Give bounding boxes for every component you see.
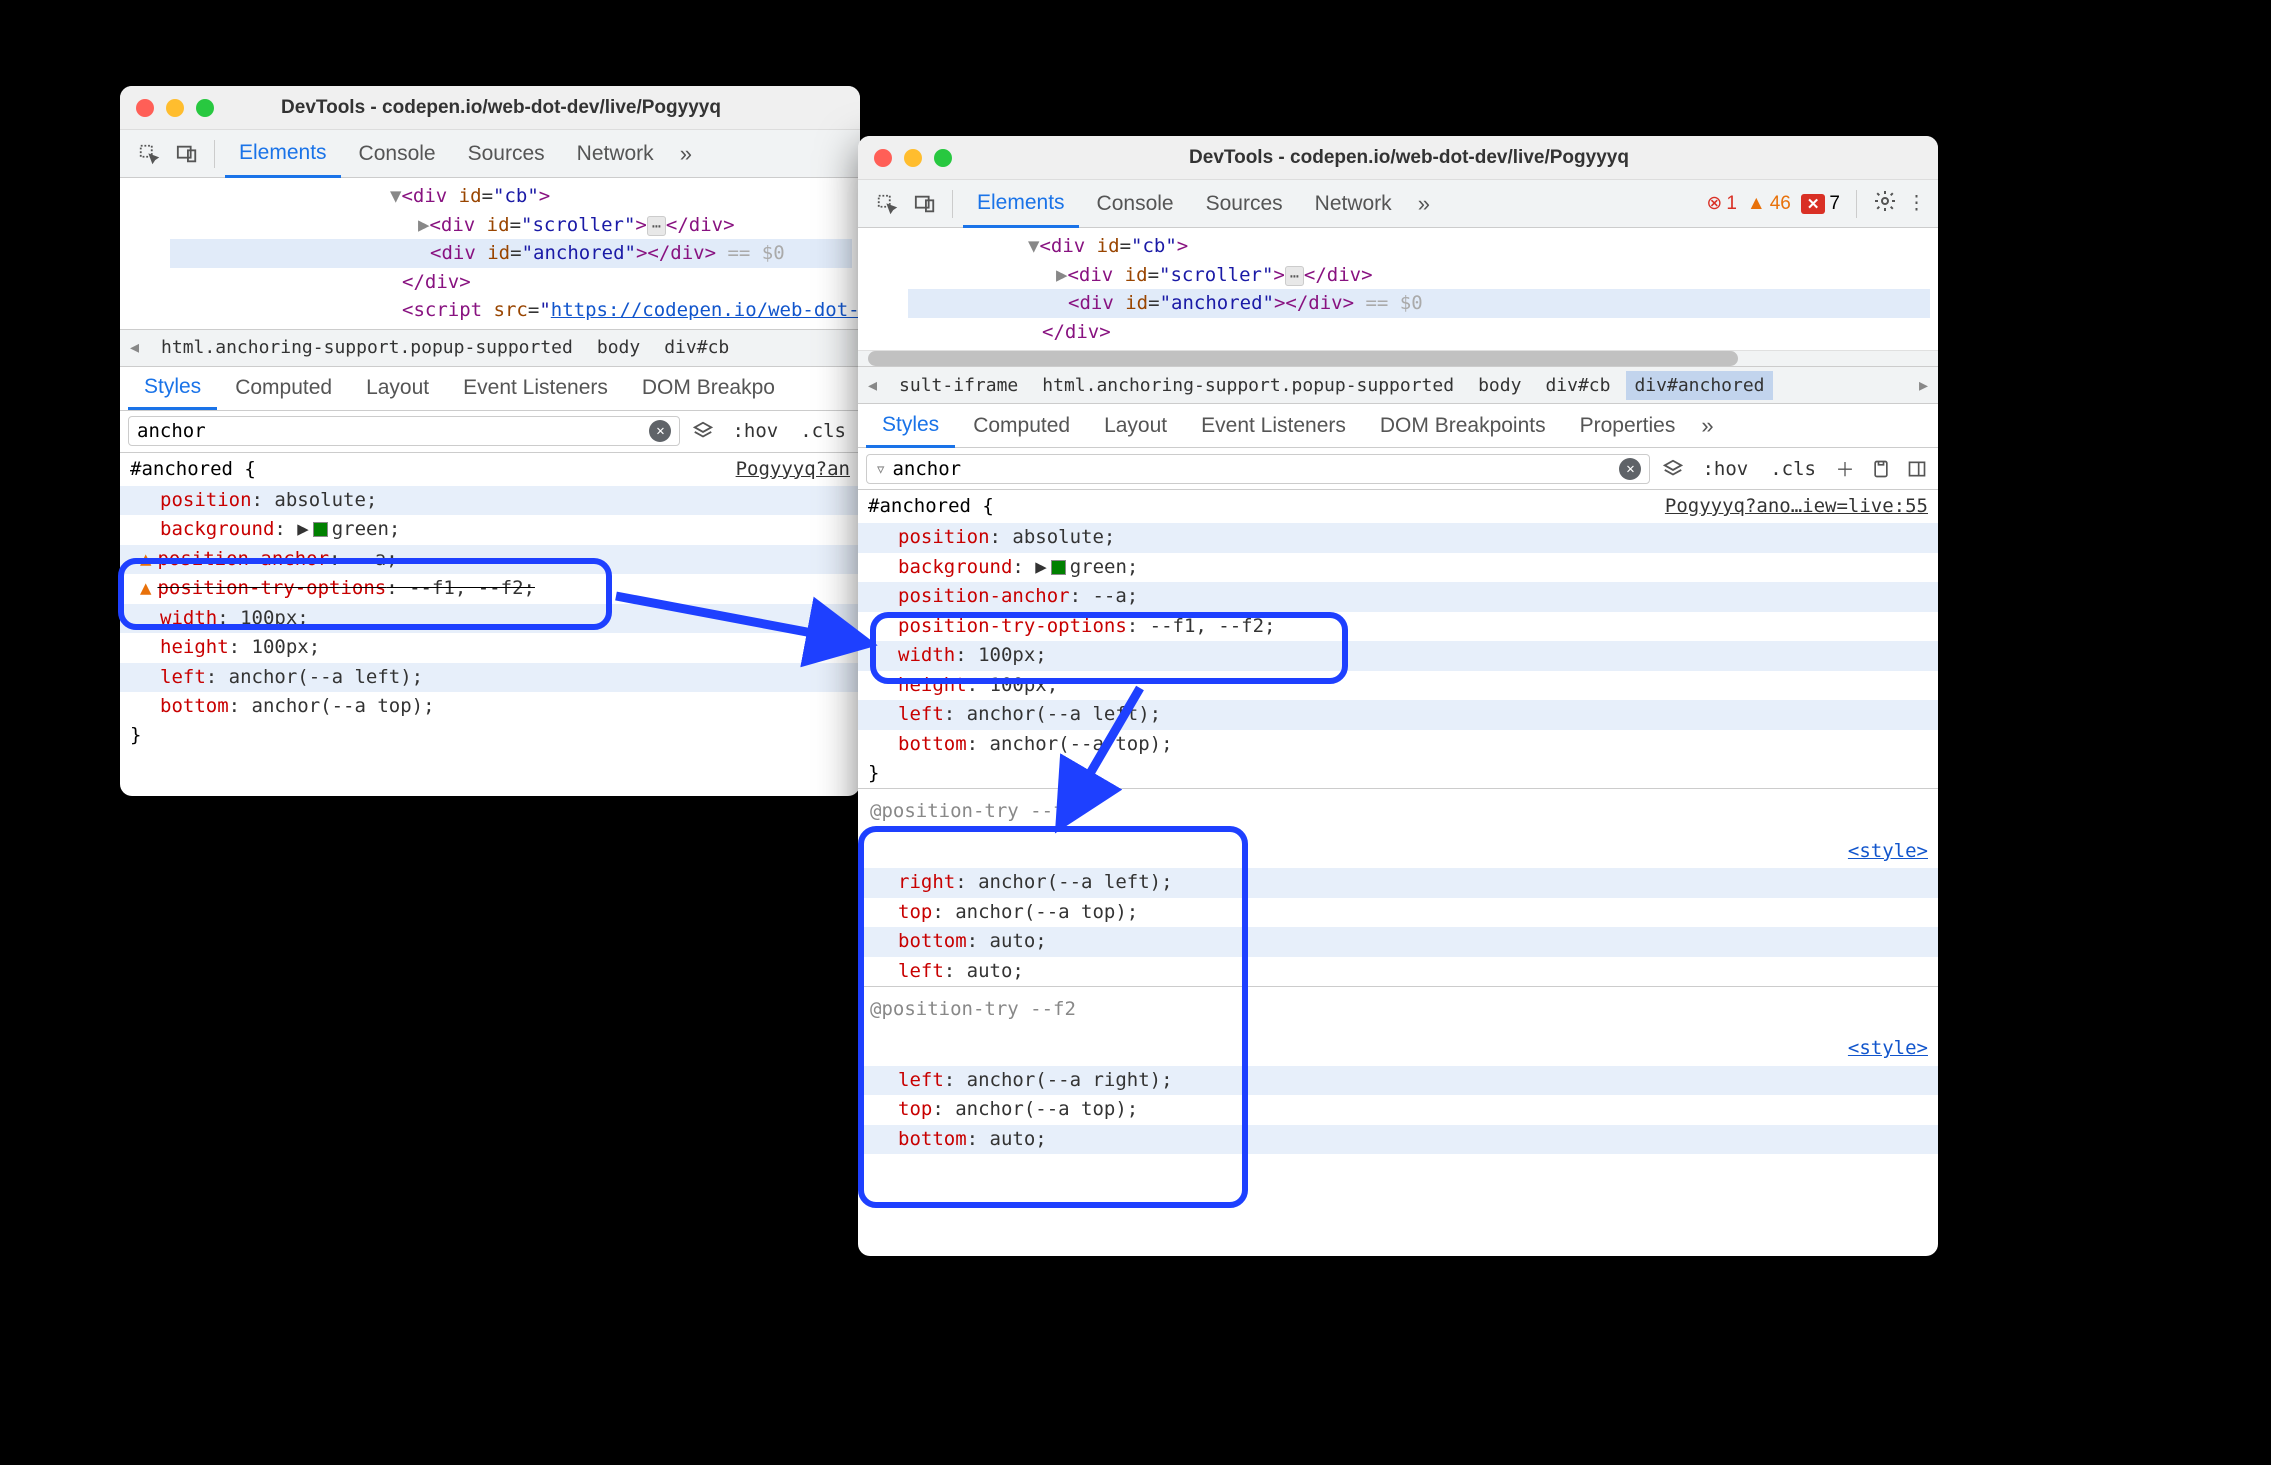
layers-icon[interactable]	[1660, 456, 1686, 482]
cls-button[interactable]: .cls	[1764, 456, 1822, 482]
breadcrumb[interactable]: ◂ sult-iframe html.anchoring-support.pop…	[858, 366, 1938, 404]
subtabs-more-icon[interactable]: »	[1693, 413, 1721, 439]
close-icon[interactable]	[874, 149, 892, 167]
tab-console[interactable]: Console	[1083, 182, 1188, 226]
bc-body[interactable]: body	[589, 333, 648, 362]
filter-icon: ▿	[875, 458, 886, 480]
filter-input[interactable]: ✕	[128, 416, 680, 446]
errors-badge[interactable]: ⊗ 1	[1706, 192, 1737, 215]
subtab-styles[interactable]: Styles	[128, 367, 217, 410]
subtab-layout[interactable]: Layout	[350, 368, 445, 408]
styles-subtabs: Styles Computed Layout Event Listeners D…	[120, 367, 860, 411]
sidebar-icon[interactable]	[1904, 456, 1930, 482]
copy-changes-icon[interactable]	[1868, 456, 1894, 482]
tabs-more-icon[interactable]: »	[672, 141, 700, 167]
rule-source-link[interactable]: Pogyyyq?an	[736, 455, 850, 484]
filter-bar: ✕ :hov .cls	[120, 411, 860, 453]
violations-badge[interactable]: ✕ 7	[1801, 193, 1840, 215]
highlight-right-props	[870, 612, 1348, 684]
subtab-event[interactable]: Event Listeners	[1185, 406, 1362, 446]
horizontal-scrollbar[interactable]	[858, 350, 1938, 366]
window-titlebar[interactable]: DevTools - codepen.io/web-dot-dev/live/P…	[120, 86, 860, 130]
subtab-dombp[interactable]: DOM Breakpo	[626, 368, 791, 408]
style-link[interactable]: <style>	[1848, 1034, 1928, 1063]
cls-button[interactable]: .cls	[794, 418, 852, 444]
tab-network[interactable]: Network	[1301, 182, 1406, 226]
selected-marker: == $0	[1365, 292, 1422, 314]
dom-tree[interactable]: ▼<div id="cb"> ▶<div id="scroller">⋯</di…	[858, 228, 1938, 350]
device-icon[interactable]	[910, 189, 940, 219]
minimize-icon[interactable]	[904, 149, 922, 167]
tab-elements[interactable]: Elements	[225, 131, 341, 178]
bc-cb[interactable]: div#cb	[1537, 371, 1618, 400]
bc-prev-icon[interactable]: ◂	[124, 337, 145, 358]
highlight-left	[118, 558, 612, 630]
gear-icon[interactable]	[1873, 189, 1897, 219]
menu-icon[interactable]: ⋮	[1907, 192, 1926, 215]
filter-field[interactable]	[137, 420, 643, 442]
dom-tree[interactable]: ▼<div id="cb"> ▶<div id="scroller">⋯</di…	[120, 178, 860, 329]
hov-button[interactable]: :hov	[726, 418, 784, 444]
styles-subtabs: Styles Computed Layout Event Listeners D…	[858, 404, 1938, 448]
window-titlebar[interactable]: DevTools - codepen.io/web-dot-dev/live/P…	[858, 136, 1938, 180]
tab-elements[interactable]: Elements	[963, 181, 1079, 228]
subtab-dombp[interactable]: DOM Breakpoints	[1364, 406, 1562, 446]
add-rule-icon[interactable]: ＋	[1832, 456, 1858, 482]
bc-body[interactable]: body	[1470, 371, 1529, 400]
rule-source-link[interactable]: Pogyyyq?ano…iew=live:55	[1665, 492, 1928, 521]
device-icon[interactable]	[172, 139, 202, 169]
filter-field[interactable]	[892, 458, 1613, 480]
filter-input[interactable]: ▿ ✕	[866, 454, 1650, 484]
tab-console[interactable]: Console	[345, 132, 450, 176]
highlight-position-try	[858, 826, 1248, 1208]
bc-prev-icon[interactable]: ◂	[862, 375, 883, 396]
position-try-f1[interactable]: @position-try --f1	[870, 797, 1076, 826]
subtab-event[interactable]: Event Listeners	[447, 368, 624, 408]
warnings-badge[interactable]: ▲ 46	[1747, 193, 1791, 215]
selected-marker: == $0	[727, 242, 784, 264]
clear-icon[interactable]: ✕	[649, 420, 671, 442]
bc-anchored[interactable]: div#anchored	[1626, 371, 1772, 400]
subtab-styles[interactable]: Styles	[866, 405, 955, 448]
tab-network[interactable]: Network	[563, 132, 668, 176]
window-title: DevTools - codepen.io/web-dot-dev/live/P…	[976, 147, 1842, 169]
main-tabs: Elements Console Sources Network »	[120, 130, 860, 178]
layers-icon[interactable]	[690, 418, 716, 444]
window-title: DevTools - codepen.io/web-dot-dev/live/P…	[238, 97, 764, 119]
hov-button[interactable]: :hov	[1696, 456, 1754, 482]
tabs-more-icon[interactable]: »	[1410, 191, 1438, 217]
bc-next-icon[interactable]: ▸	[1913, 375, 1934, 396]
close-icon[interactable]	[136, 99, 154, 117]
bc-cb[interactable]: div#cb	[656, 333, 737, 362]
brace-close: }	[120, 721, 860, 750]
subtab-computed[interactable]: Computed	[957, 406, 1086, 446]
style-link[interactable]: <style>	[1848, 837, 1928, 866]
tab-sources[interactable]: Sources	[1192, 182, 1297, 226]
main-tabs: Elements Console Sources Network » ⊗ 1 ▲…	[858, 180, 1938, 228]
bc-iframe[interactable]: sult-iframe	[891, 371, 1026, 400]
minimize-icon[interactable]	[166, 99, 184, 117]
subtab-computed[interactable]: Computed	[219, 368, 348, 408]
bc-html[interactable]: html.anchoring-support.popup-supported	[153, 333, 581, 362]
inspect-icon[interactable]	[872, 189, 902, 219]
css-selector[interactable]: #anchored {	[868, 492, 994, 521]
breadcrumb[interactable]: ◂ html.anchoring-support.popup-supported…	[120, 329, 860, 367]
clear-icon[interactable]: ✕	[1619, 458, 1641, 480]
tab-sources[interactable]: Sources	[454, 132, 559, 176]
maximize-icon[interactable]	[934, 149, 952, 167]
filter-bar: ▿ ✕ :hov .cls ＋	[858, 448, 1938, 490]
inspect-icon[interactable]	[134, 139, 164, 169]
bc-html[interactable]: html.anchoring-support.popup-supported	[1034, 371, 1462, 400]
brace-close: }	[858, 759, 1938, 788]
maximize-icon[interactable]	[196, 99, 214, 117]
subtab-layout[interactable]: Layout	[1088, 406, 1183, 446]
css-selector[interactable]: #anchored {	[130, 455, 256, 484]
subtab-properties[interactable]: Properties	[1564, 406, 1692, 446]
